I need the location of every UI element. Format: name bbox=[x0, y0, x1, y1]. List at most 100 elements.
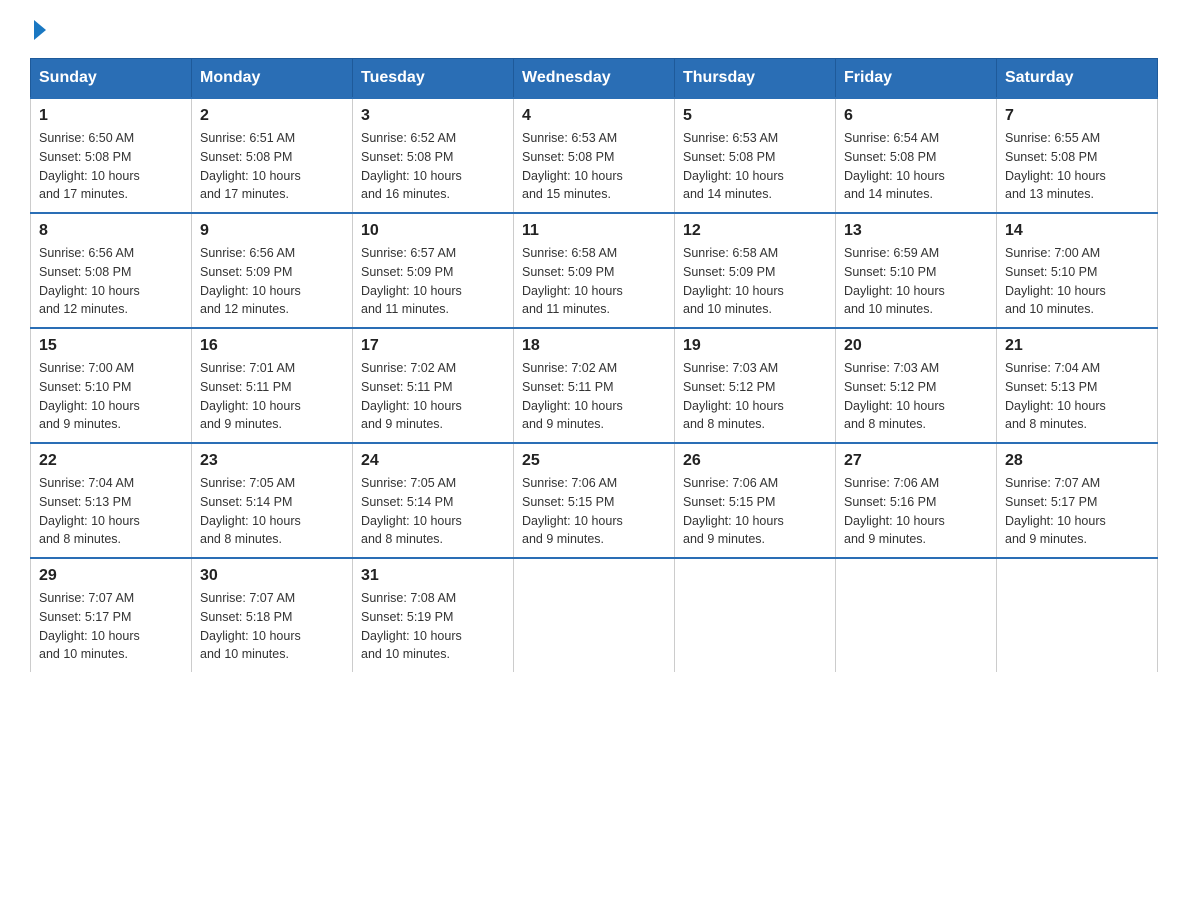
calendar-cell: 29 Sunrise: 7:07 AMSunset: 5:17 PMDaylig… bbox=[31, 558, 192, 672]
day-number: 1 bbox=[39, 107, 183, 125]
day-info: Sunrise: 6:50 AMSunset: 5:08 PMDaylight:… bbox=[39, 131, 140, 201]
day-number: 27 bbox=[844, 452, 988, 470]
calendar-cell: 1 Sunrise: 6:50 AMSunset: 5:08 PMDayligh… bbox=[31, 98, 192, 213]
week-row-2: 8 Sunrise: 6:56 AMSunset: 5:08 PMDayligh… bbox=[31, 213, 1158, 328]
calendar-cell: 25 Sunrise: 7:06 AMSunset: 5:15 PMDaylig… bbox=[514, 443, 675, 558]
day-info: Sunrise: 7:07 AMSunset: 5:17 PMDaylight:… bbox=[39, 591, 140, 661]
calendar-cell: 23 Sunrise: 7:05 AMSunset: 5:14 PMDaylig… bbox=[192, 443, 353, 558]
day-number: 3 bbox=[361, 107, 505, 125]
calendar-cell bbox=[836, 558, 997, 672]
week-row-5: 29 Sunrise: 7:07 AMSunset: 5:17 PMDaylig… bbox=[31, 558, 1158, 672]
calendar-cell: 15 Sunrise: 7:00 AMSunset: 5:10 PMDaylig… bbox=[31, 328, 192, 443]
calendar-cell bbox=[997, 558, 1158, 672]
day-info: Sunrise: 7:07 AMSunset: 5:18 PMDaylight:… bbox=[200, 591, 301, 661]
calendar-cell: 27 Sunrise: 7:06 AMSunset: 5:16 PMDaylig… bbox=[836, 443, 997, 558]
header-saturday: Saturday bbox=[997, 59, 1158, 99]
day-number: 17 bbox=[361, 337, 505, 355]
calendar-cell: 24 Sunrise: 7:05 AMSunset: 5:14 PMDaylig… bbox=[353, 443, 514, 558]
calendar-header-row: SundayMondayTuesdayWednesdayThursdayFrid… bbox=[31, 59, 1158, 99]
logo-triangle-icon bbox=[34, 20, 46, 40]
header-friday: Friday bbox=[836, 59, 997, 99]
calendar-cell: 28 Sunrise: 7:07 AMSunset: 5:17 PMDaylig… bbox=[997, 443, 1158, 558]
day-number: 2 bbox=[200, 107, 344, 125]
day-info: Sunrise: 6:58 AMSunset: 5:09 PMDaylight:… bbox=[522, 246, 623, 316]
day-info: Sunrise: 6:55 AMSunset: 5:08 PMDaylight:… bbox=[1005, 131, 1106, 201]
page-header bbox=[30, 20, 1158, 40]
header-monday: Monday bbox=[192, 59, 353, 99]
week-row-1: 1 Sunrise: 6:50 AMSunset: 5:08 PMDayligh… bbox=[31, 98, 1158, 213]
calendar-cell: 8 Sunrise: 6:56 AMSunset: 5:08 PMDayligh… bbox=[31, 213, 192, 328]
logo bbox=[30, 20, 46, 40]
calendar-cell: 2 Sunrise: 6:51 AMSunset: 5:08 PMDayligh… bbox=[192, 98, 353, 213]
day-info: Sunrise: 6:56 AMSunset: 5:08 PMDaylight:… bbox=[39, 246, 140, 316]
calendar-cell: 4 Sunrise: 6:53 AMSunset: 5:08 PMDayligh… bbox=[514, 98, 675, 213]
day-info: Sunrise: 7:03 AMSunset: 5:12 PMDaylight:… bbox=[844, 361, 945, 431]
calendar-cell: 18 Sunrise: 7:02 AMSunset: 5:11 PMDaylig… bbox=[514, 328, 675, 443]
day-number: 5 bbox=[683, 107, 827, 125]
day-info: Sunrise: 7:02 AMSunset: 5:11 PMDaylight:… bbox=[361, 361, 462, 431]
day-number: 22 bbox=[39, 452, 183, 470]
day-info: Sunrise: 7:06 AMSunset: 5:16 PMDaylight:… bbox=[844, 476, 945, 546]
day-number: 9 bbox=[200, 222, 344, 240]
calendar-cell bbox=[514, 558, 675, 672]
day-number: 28 bbox=[1005, 452, 1149, 470]
day-number: 6 bbox=[844, 107, 988, 125]
day-info: Sunrise: 7:04 AMSunset: 5:13 PMDaylight:… bbox=[39, 476, 140, 546]
day-number: 23 bbox=[200, 452, 344, 470]
calendar-cell: 31 Sunrise: 7:08 AMSunset: 5:19 PMDaylig… bbox=[353, 558, 514, 672]
day-number: 26 bbox=[683, 452, 827, 470]
day-number: 21 bbox=[1005, 337, 1149, 355]
calendar-cell: 3 Sunrise: 6:52 AMSunset: 5:08 PMDayligh… bbox=[353, 98, 514, 213]
day-number: 10 bbox=[361, 222, 505, 240]
day-number: 13 bbox=[844, 222, 988, 240]
day-number: 30 bbox=[200, 567, 344, 585]
day-number: 8 bbox=[39, 222, 183, 240]
day-info: Sunrise: 7:00 AMSunset: 5:10 PMDaylight:… bbox=[39, 361, 140, 431]
header-sunday: Sunday bbox=[31, 59, 192, 99]
logo-blue-text bbox=[30, 20, 46, 40]
calendar-cell: 30 Sunrise: 7:07 AMSunset: 5:18 PMDaylig… bbox=[192, 558, 353, 672]
header-wednesday: Wednesday bbox=[514, 59, 675, 99]
day-info: Sunrise: 7:03 AMSunset: 5:12 PMDaylight:… bbox=[683, 361, 784, 431]
day-info: Sunrise: 7:06 AMSunset: 5:15 PMDaylight:… bbox=[683, 476, 784, 546]
day-number: 29 bbox=[39, 567, 183, 585]
day-number: 20 bbox=[844, 337, 988, 355]
day-number: 4 bbox=[522, 107, 666, 125]
day-number: 18 bbox=[522, 337, 666, 355]
header-tuesday: Tuesday bbox=[353, 59, 514, 99]
day-info: Sunrise: 6:57 AMSunset: 5:09 PMDaylight:… bbox=[361, 246, 462, 316]
calendar-cell: 9 Sunrise: 6:56 AMSunset: 5:09 PMDayligh… bbox=[192, 213, 353, 328]
calendar-cell: 16 Sunrise: 7:01 AMSunset: 5:11 PMDaylig… bbox=[192, 328, 353, 443]
day-number: 31 bbox=[361, 567, 505, 585]
calendar-cell: 11 Sunrise: 6:58 AMSunset: 5:09 PMDaylig… bbox=[514, 213, 675, 328]
day-info: Sunrise: 7:05 AMSunset: 5:14 PMDaylight:… bbox=[361, 476, 462, 546]
day-info: Sunrise: 7:02 AMSunset: 5:11 PMDaylight:… bbox=[522, 361, 623, 431]
calendar-cell: 26 Sunrise: 7:06 AMSunset: 5:15 PMDaylig… bbox=[675, 443, 836, 558]
day-info: Sunrise: 7:08 AMSunset: 5:19 PMDaylight:… bbox=[361, 591, 462, 661]
calendar-cell: 5 Sunrise: 6:53 AMSunset: 5:08 PMDayligh… bbox=[675, 98, 836, 213]
calendar-cell: 22 Sunrise: 7:04 AMSunset: 5:13 PMDaylig… bbox=[31, 443, 192, 558]
day-info: Sunrise: 6:58 AMSunset: 5:09 PMDaylight:… bbox=[683, 246, 784, 316]
day-number: 14 bbox=[1005, 222, 1149, 240]
day-info: Sunrise: 7:07 AMSunset: 5:17 PMDaylight:… bbox=[1005, 476, 1106, 546]
day-number: 12 bbox=[683, 222, 827, 240]
day-number: 25 bbox=[522, 452, 666, 470]
calendar-cell: 6 Sunrise: 6:54 AMSunset: 5:08 PMDayligh… bbox=[836, 98, 997, 213]
day-info: Sunrise: 6:54 AMSunset: 5:08 PMDaylight:… bbox=[844, 131, 945, 201]
day-number: 11 bbox=[522, 222, 666, 240]
day-info: Sunrise: 6:53 AMSunset: 5:08 PMDaylight:… bbox=[683, 131, 784, 201]
day-info: Sunrise: 7:05 AMSunset: 5:14 PMDaylight:… bbox=[200, 476, 301, 546]
calendar-cell: 12 Sunrise: 6:58 AMSunset: 5:09 PMDaylig… bbox=[675, 213, 836, 328]
day-number: 16 bbox=[200, 337, 344, 355]
calendar-cell: 14 Sunrise: 7:00 AMSunset: 5:10 PMDaylig… bbox=[997, 213, 1158, 328]
day-number: 24 bbox=[361, 452, 505, 470]
week-row-3: 15 Sunrise: 7:00 AMSunset: 5:10 PMDaylig… bbox=[31, 328, 1158, 443]
day-info: Sunrise: 7:01 AMSunset: 5:11 PMDaylight:… bbox=[200, 361, 301, 431]
day-number: 7 bbox=[1005, 107, 1149, 125]
day-info: Sunrise: 6:59 AMSunset: 5:10 PMDaylight:… bbox=[844, 246, 945, 316]
day-info: Sunrise: 6:56 AMSunset: 5:09 PMDaylight:… bbox=[200, 246, 301, 316]
header-thursday: Thursday bbox=[675, 59, 836, 99]
day-info: Sunrise: 6:52 AMSunset: 5:08 PMDaylight:… bbox=[361, 131, 462, 201]
calendar-cell: 10 Sunrise: 6:57 AMSunset: 5:09 PMDaylig… bbox=[353, 213, 514, 328]
calendar-cell: 20 Sunrise: 7:03 AMSunset: 5:12 PMDaylig… bbox=[836, 328, 997, 443]
